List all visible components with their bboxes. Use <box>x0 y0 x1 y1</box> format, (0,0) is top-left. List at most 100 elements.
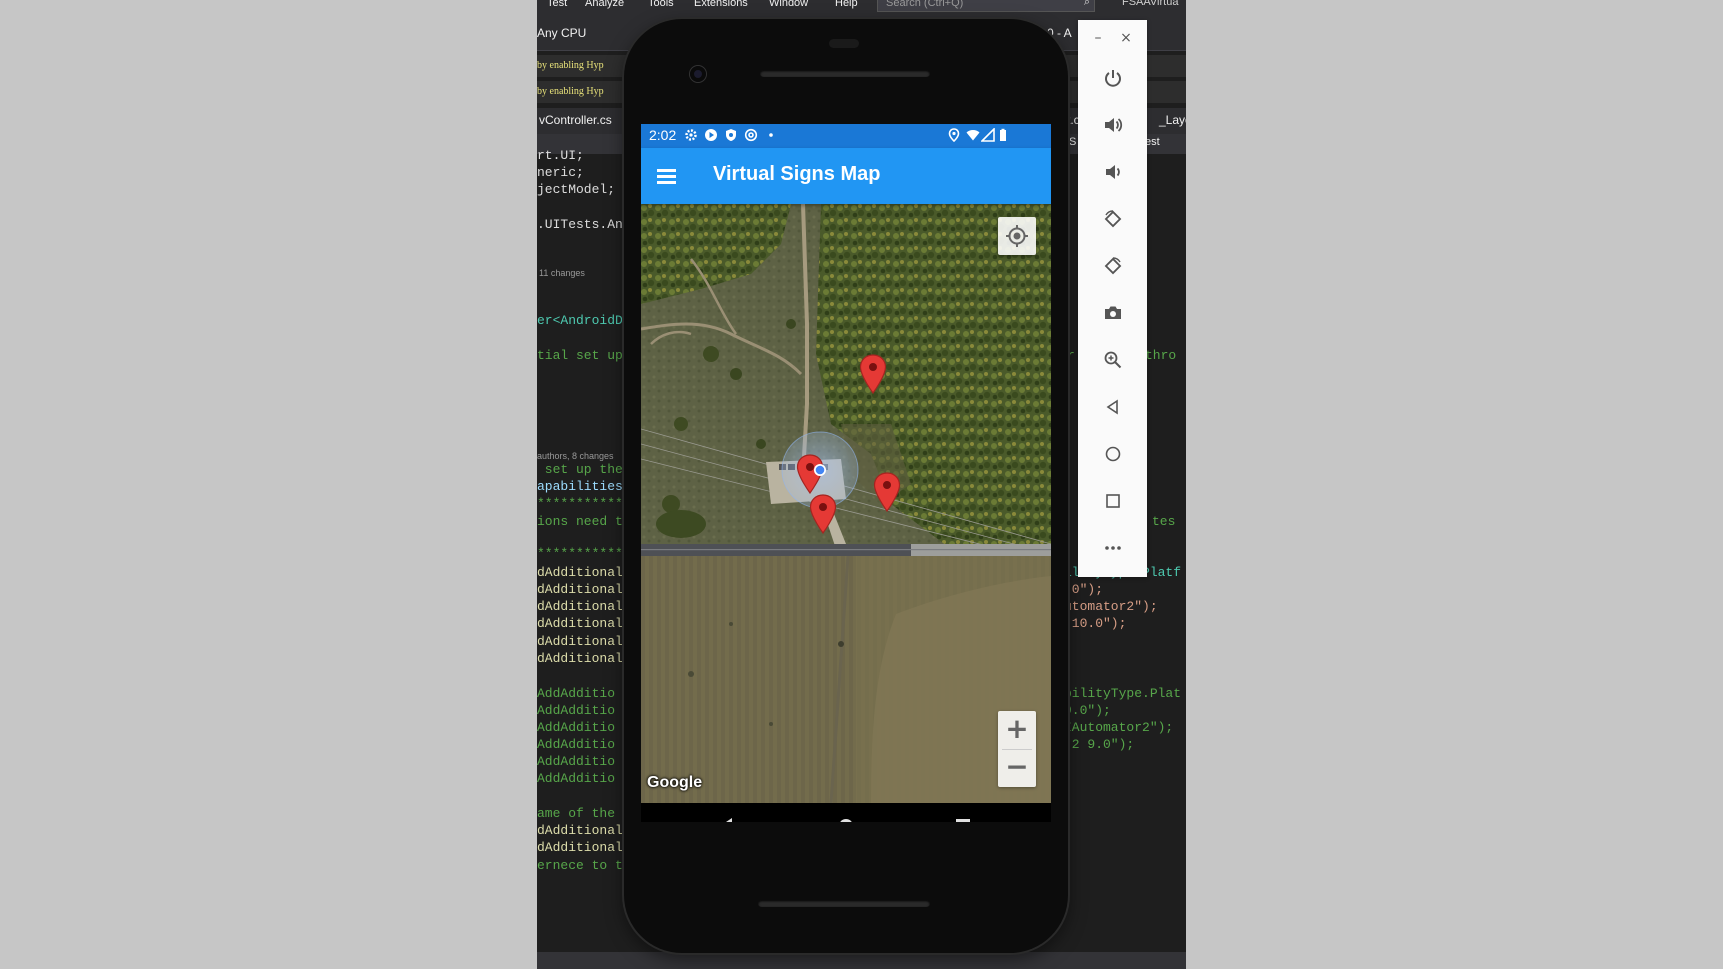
hamburger-menu-button[interactable] <box>649 160 681 192</box>
vs-menu-window[interactable]: Window <box>769 0 808 9</box>
code-line: neric; <box>537 165 584 180</box>
nav-overview-button[interactable] <box>933 803 993 822</box>
rotate-left-button[interactable] <box>1095 201 1131 237</box>
volume-up-icon <box>1105 118 1123 132</box>
android-status-bar: 2:02 <box>641 124 1051 148</box>
at-sign-icon <box>744 128 758 142</box>
overview-square-icon <box>956 819 970 822</box>
code-line: AddAdditio <box>537 686 616 701</box>
code-line: 10.0"); <box>1064 616 1127 631</box>
code-line: dAdditional <box>537 840 623 855</box>
code-line: AddAdditio <box>537 720 616 735</box>
code-line: dAdditional <box>537 582 623 597</box>
code-line: 9.0"); <box>1064 703 1111 718</box>
map-view[interactable]: + − Google <box>641 204 1051 803</box>
map-marker[interactable] <box>809 494 837 534</box>
code-line: set up the <box>537 462 623 477</box>
code-line: ame of the <box>537 806 616 821</box>
code-line: rt.UI; <box>537 148 584 163</box>
vs-nav-label[interactable]: est <box>1145 136 1160 148</box>
phone-screen: 2:02 Virtual Signs Map + − Google <box>641 124 1051 822</box>
emulator-minimize-button[interactable]: – <box>1090 30 1106 46</box>
vs-menu-analyze[interactable]: Analyze <box>585 0 624 9</box>
rotate-right-button[interactable] <box>1095 248 1131 284</box>
front-camera <box>690 66 706 82</box>
play-store-icon <box>705 129 717 141</box>
code-line: bilityType.Plat <box>1064 686 1182 701</box>
settings-icon <box>685 129 697 141</box>
vs-menu-test[interactable]: Test <box>547 0 567 9</box>
code-line: AddAdditio <box>537 771 616 786</box>
overview-icon <box>1106 494 1120 508</box>
vs-menu-help[interactable]: Help <box>835 0 858 9</box>
code-line: r <box>1067 348 1075 363</box>
code-line: *********** <box>537 546 623 561</box>
search-icon: ⌕ <box>1083 0 1090 8</box>
vs-platform-dropdown[interactable]: Any CPU <box>537 26 586 40</box>
more-icon <box>1105 546 1121 550</box>
more-notifications-icon <box>769 133 773 137</box>
code-line: dAdditional <box>537 616 623 631</box>
zoom-controls: + − <box>998 711 1036 787</box>
code-line: jectModel; <box>537 182 616 197</box>
code-line: er<AndroidD <box>537 313 623 328</box>
map-marker[interactable] <box>859 354 887 394</box>
code-line: utomator2"); <box>1064 599 1158 614</box>
volume-up-button[interactable] <box>1095 107 1131 143</box>
screenshot-button[interactable] <box>1095 295 1131 331</box>
vs-codelens[interactable]: authors, 8 changes <box>537 451 614 461</box>
vs-menu-tools[interactable]: Tools <box>648 0 674 9</box>
code-line: dAdditional <box>537 823 623 838</box>
home-circle-icon <box>840 819 852 822</box>
code-line: 2 9.0"); <box>1064 737 1135 752</box>
zoom-button[interactable] <box>1095 342 1131 378</box>
power-button[interactable] <box>1095 60 1131 96</box>
home-icon <box>1105 446 1121 462</box>
phone-frame: 2:02 Virtual Signs Map + − Google <box>624 19 1068 953</box>
emu-home-button[interactable] <box>1095 436 1131 472</box>
battery-icon <box>1000 128 1006 141</box>
power-icon <box>1105 70 1121 87</box>
emulator-close-button[interactable]: × <box>1118 30 1134 46</box>
wifi-icon <box>966 130 980 141</box>
signal-icon <box>981 128 995 142</box>
app-title: Virtual Signs Map <box>713 163 881 185</box>
code-line: AddAdditio <box>537 737 616 752</box>
vs-nav-label[interactable]: S <box>1069 136 1076 148</box>
emu-more-button[interactable] <box>1095 530 1131 566</box>
code-line: apabilities <box>537 479 623 494</box>
volume-down-icon <box>1106 165 1120 179</box>
my-location-button[interactable] <box>998 217 1036 255</box>
vs-tab-layout[interactable]: _Layo <box>1159 113 1186 127</box>
code-line: dAdditional <box>537 565 623 580</box>
menu-line <box>657 169 676 172</box>
app-toolbar: Virtual Signs Map <box>641 148 1051 204</box>
code-line: .UITests.An <box>537 217 623 232</box>
vs-codelens[interactable]: 11 changes <box>539 268 585 278</box>
emu-back-button[interactable] <box>1095 389 1131 425</box>
code-line: AddAdditio <box>537 703 616 718</box>
vs-tab-controller[interactable]: vController.cs <box>539 113 612 127</box>
vs-search-box[interactable]: Search (Ctrl+Q) ⌕ <box>877 0 1095 12</box>
vs-solution-name: FSAAVirtua <box>1122 0 1179 8</box>
volume-down-button[interactable] <box>1095 154 1131 190</box>
vs-menu-extensions[interactable]: Extensions <box>694 0 748 9</box>
satellite-imagery <box>641 204 1051 803</box>
vs-status-bar <box>537 952 1186 969</box>
code-line: dAdditional <box>537 651 623 666</box>
phone-sensor <box>829 39 859 48</box>
crosshair-icon <box>1006 225 1028 247</box>
zoom-icon <box>1104 351 1122 369</box>
code-line: *********** <box>537 496 623 511</box>
zoom-out-button[interactable]: − <box>998 749 1036 787</box>
emu-overview-button[interactable] <box>1095 483 1131 519</box>
code-line: thro <box>1145 348 1177 363</box>
nav-home-button[interactable] <box>816 803 876 822</box>
my-location-dot <box>814 464 826 476</box>
map-marker[interactable] <box>873 472 901 512</box>
vs-search-placeholder: Search (Ctrl+Q) <box>886 0 964 9</box>
zoom-in-button[interactable]: + <box>998 711 1036 749</box>
nav-back-button[interactable] <box>696 803 756 822</box>
back-icon <box>1106 399 1118 415</box>
code-line: tial set up <box>537 348 623 363</box>
